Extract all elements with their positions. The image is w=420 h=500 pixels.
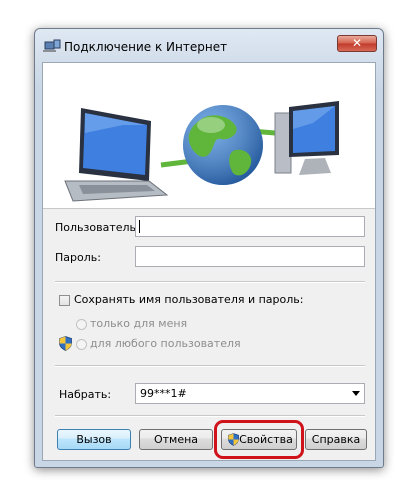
- radio-any-user-label[interactable]: для любого пользователя: [90, 337, 241, 350]
- dial-label: Набрать:: [59, 388, 112, 401]
- radio-any-user[interactable]: [76, 339, 87, 350]
- text-caret: [139, 220, 140, 233]
- dropdown-arrow-icon[interactable]: [352, 391, 360, 396]
- laptop-icon: [64, 108, 169, 202]
- username-input[interactable]: [135, 216, 365, 237]
- close-icon: ✕: [351, 36, 363, 50]
- help-button[interactable]: Справка: [305, 429, 367, 450]
- title-bar[interactable]: Подключение к Интернет ✕: [35, 29, 383, 61]
- help-button-label: Справка: [311, 433, 361, 446]
- uac-shield-icon: [59, 336, 72, 351]
- save-credentials-checkbox[interactable]: [59, 295, 70, 306]
- cancel-button[interactable]: Отмена: [139, 429, 213, 450]
- monitor-icon: [274, 101, 339, 175]
- dial-button-label: Вызов: [76, 433, 112, 446]
- dial-button[interactable]: Вызов: [57, 429, 131, 450]
- dial-number-combobox[interactable]: 99***1#: [135, 383, 365, 404]
- save-credentials-label[interactable]: Сохранять имя пользователя и пароль:: [74, 293, 303, 306]
- password-label: Пароль:: [55, 251, 101, 264]
- window-title: Подключение к Интернет: [64, 40, 228, 54]
- globe-icon: [183, 105, 263, 185]
- dialog-window: Подключение к Интернет ✕ Пользователь: П…: [34, 28, 384, 468]
- dial-number-value: 99***1#: [140, 387, 187, 400]
- password-input[interactable]: [135, 246, 365, 267]
- radio-only-me[interactable]: [76, 319, 87, 330]
- network-connection-icon: [43, 39, 61, 52]
- username-label: Пользователь:: [55, 221, 140, 234]
- separator: [55, 365, 365, 367]
- cancel-button-label: Отмена: [153, 433, 199, 446]
- close-button[interactable]: ✕: [337, 35, 377, 52]
- separator: [55, 415, 365, 417]
- radio-only-me-label[interactable]: только для меня: [90, 317, 187, 330]
- banner-illustration: [43, 63, 375, 209]
- separator: [55, 281, 365, 283]
- highlight-frame: [214, 420, 304, 459]
- dialog-client-area: Пользователь: Пароль: Сохранять имя поль…: [42, 62, 376, 461]
